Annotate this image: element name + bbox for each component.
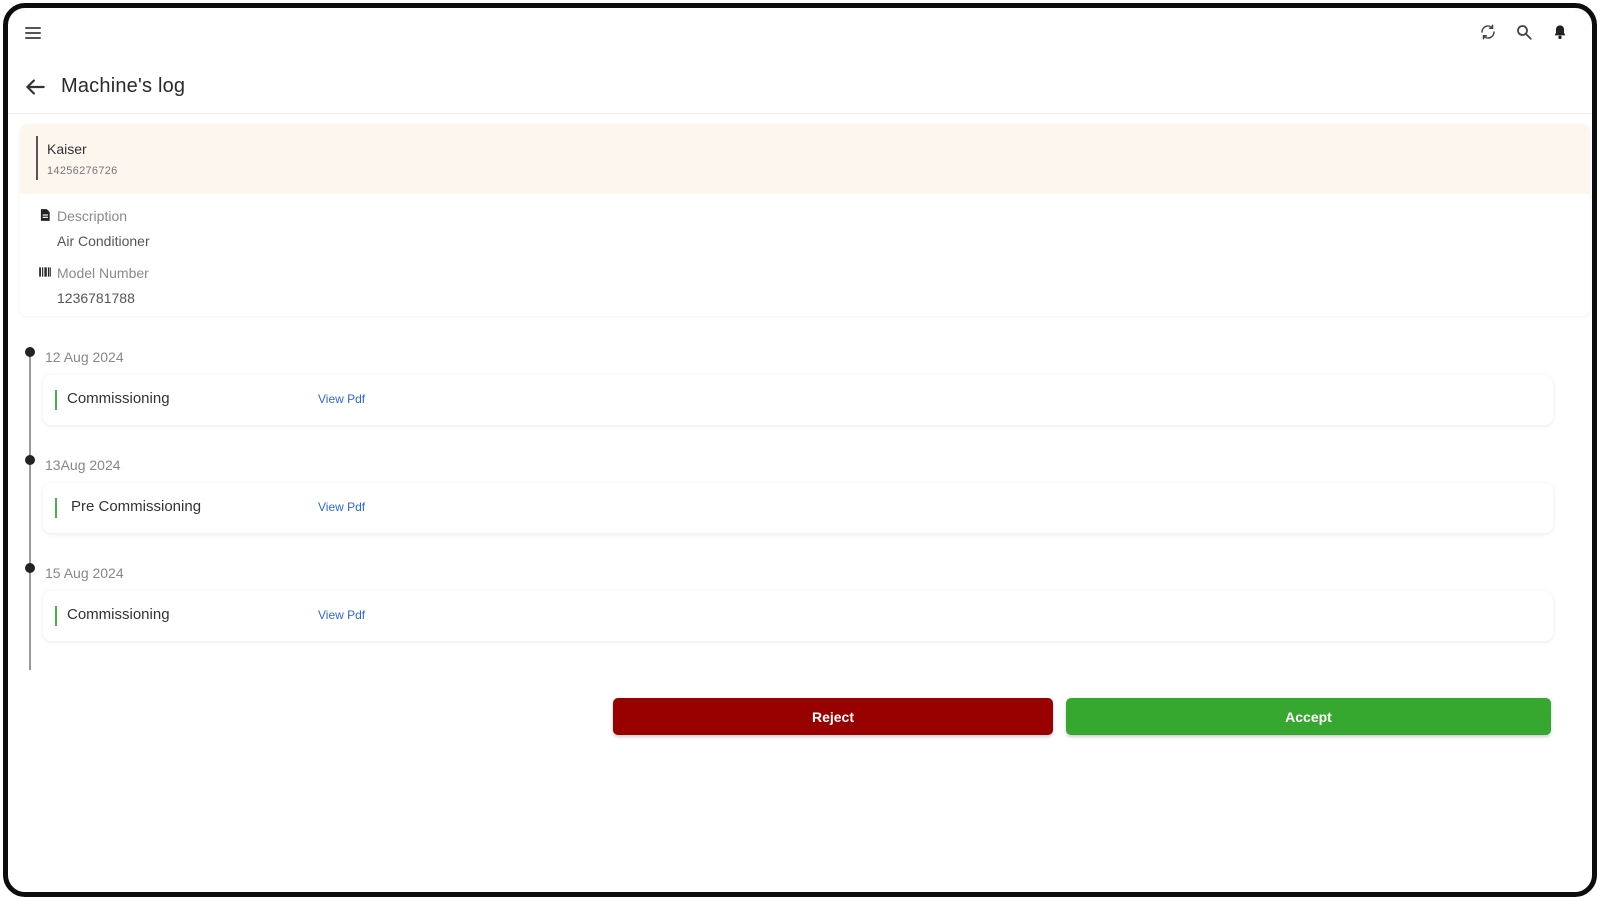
barcode-icon <box>38 265 52 279</box>
log-type: Commissioning <box>67 606 170 623</box>
app-window: Machine's log Kaiser 14256276726 Descrip… <box>3 3 1597 897</box>
log-status-bar <box>55 606 57 626</box>
back-arrow-icon[interactable] <box>22 74 48 100</box>
sync-icon[interactable] <box>1478 22 1498 42</box>
document-icon <box>38 208 52 222</box>
bell-icon[interactable] <box>1550 22 1570 42</box>
log-status-bar <box>55 390 57 410</box>
log-entry: Pre Commissioning View Pdf <box>43 483 1553 533</box>
view-pdf-link[interactable]: View Pdf <box>318 608 365 622</box>
brand-accent-bar <box>36 136 38 180</box>
reject-button[interactable]: Reject <box>613 698 1053 735</box>
serial-number: 14256276726 <box>47 165 118 177</box>
timeline-dot <box>25 347 35 357</box>
accept-button[interactable]: Accept <box>1066 698 1551 735</box>
top-bar <box>8 8 1592 60</box>
log-date: 15 Aug 2024 <box>45 565 124 581</box>
description-value: Air Conditioner <box>57 233 150 249</box>
brand-band: Kaiser 14256276726 <box>20 124 1590 194</box>
log-entry: Commissioning View Pdf <box>43 375 1553 425</box>
page-header: Machine's log <box>8 60 1592 114</box>
machine-info-card: Kaiser 14256276726 Description Air Condi… <box>20 124 1590 316</box>
top-actions <box>1478 22 1570 42</box>
model-number-value: 1236781788 <box>57 290 135 306</box>
model-number-label: Model Number <box>57 265 149 281</box>
brand-name: Kaiser <box>47 141 87 157</box>
log-entry: Commissioning View Pdf <box>43 591 1553 641</box>
timeline-dot <box>25 563 35 573</box>
search-icon[interactable] <box>1514 22 1534 42</box>
view-pdf-link[interactable]: View Pdf <box>318 392 365 406</box>
log-type: Pre Commissioning <box>71 498 202 515</box>
description-label: Description <box>57 208 128 224</box>
log-date: 12 Aug 2024 <box>45 349 124 365</box>
view-pdf-link[interactable]: View Pdf <box>318 500 365 514</box>
menu-icon[interactable] <box>25 27 41 39</box>
timeline-dot <box>25 455 35 465</box>
log-type: Commissioning <box>67 390 170 407</box>
log-status-bar <box>55 498 57 518</box>
log-date: 13Aug 2024 <box>45 457 121 473</box>
page-title: Machine's log <box>61 75 186 97</box>
timeline-line <box>29 352 31 670</box>
